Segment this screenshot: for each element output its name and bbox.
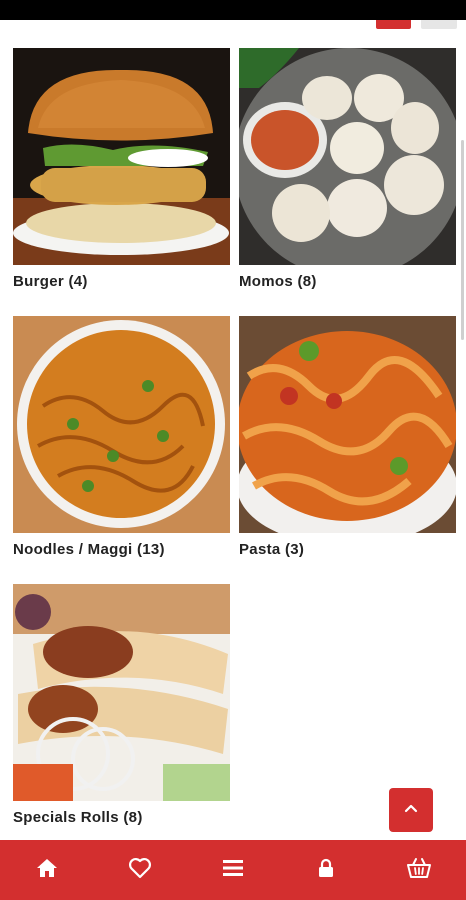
category-label[interactable]: Pasta (3) <box>239 541 456 558</box>
rolls-photo[interactable] <box>13 584 230 801</box>
category-card-specials-rolls[interactable]: Specials Rolls (8) <box>13 584 230 826</box>
nav-account[interactable] <box>296 840 356 900</box>
category-card-momos[interactable]: Momos (8) <box>239 48 456 290</box>
nav-cart[interactable] <box>389 840 449 900</box>
menu-icon <box>222 859 243 882</box>
status-bar <box>0 0 466 20</box>
category-card-burger[interactable]: Burger (4) <box>13 48 230 290</box>
nav-home[interactable] <box>17 840 77 900</box>
category-label[interactable]: Momos (8) <box>239 273 456 290</box>
top-tab-inactive[interactable] <box>421 20 457 29</box>
nav-favorites[interactable] <box>110 840 170 900</box>
category-label[interactable]: Burger (4) <box>13 273 230 290</box>
chevron-up-icon <box>403 800 419 821</box>
category-card-noodles-maggi[interactable]: Noodles / Maggi (13) <box>13 316 230 558</box>
pasta-photo[interactable] <box>239 316 456 533</box>
category-card-pasta[interactable]: Pasta (3) <box>239 316 456 558</box>
top-tab-active[interactable] <box>376 20 411 29</box>
home-icon <box>36 858 58 883</box>
lock-icon <box>318 858 334 883</box>
burger-photo[interactable] <box>13 48 230 265</box>
basket-icon <box>407 857 432 884</box>
heart-icon <box>128 857 152 884</box>
bottom-nav <box>0 840 466 900</box>
momos-photo[interactable] <box>239 48 456 265</box>
nav-menu[interactable] <box>203 840 263 900</box>
scrollbar-thumb[interactable] <box>461 140 464 340</box>
noodles-photo[interactable] <box>13 316 230 533</box>
category-label[interactable]: Specials Rolls (8) <box>13 809 230 826</box>
back-to-top-button[interactable] <box>389 788 433 832</box>
category-label[interactable]: Noodles / Maggi (13) <box>13 541 230 558</box>
